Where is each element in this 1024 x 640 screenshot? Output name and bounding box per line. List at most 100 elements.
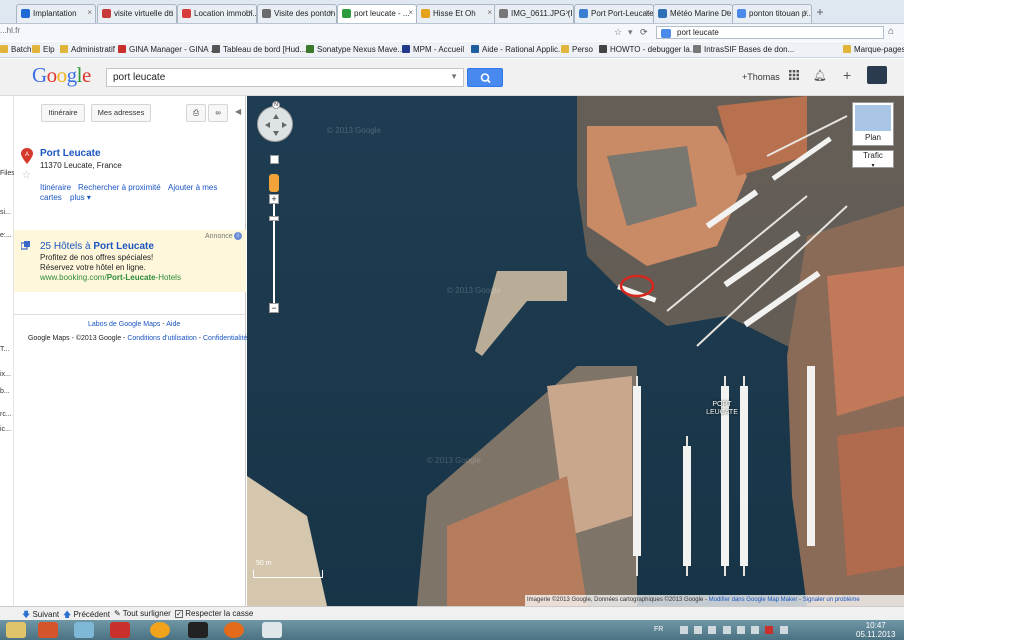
labs-link[interactable]: Labos de Google Maps [88,321,160,328]
reload-icon[interactable]: ⟳ [640,27,648,38]
home-icon[interactable]: ⌂ [888,26,894,37]
bookmark-item[interactable]: Sonatype Nexus Mave... [306,45,404,54]
info-icon[interactable]: i [234,232,242,240]
highlight-all-button[interactable]: ✎ Tout surligner [114,609,171,618]
tray-icon[interactable] [751,626,760,634]
print-button[interactable]: ⎙ [186,104,206,122]
browser-tab[interactable]: Visite des ponton... × [257,4,337,23]
labs-footer: Labos de Google Maps - Aide [88,321,180,328]
tray-icon[interactable] [680,626,688,634]
share-plus-icon[interactable]: + [843,67,851,83]
result-link-nearby[interactable]: Rechercher à proximité [78,183,161,192]
match-case-checkbox[interactable]: ✓ Respecter la casse [175,609,253,618]
reset-view-button[interactable] [270,155,279,164]
taskbar-app-icon-3[interactable] [74,622,94,638]
bookmark-item[interactable]: IntrasSIF Bases de don... [693,45,794,54]
collapse-panel-icon[interactable]: ◀ [235,107,241,116]
result-link-itinerary[interactable]: Itinéraire [40,183,71,192]
bookmark-item[interactable]: Perso [561,45,593,54]
browser-tab[interactable]: Implantation × [16,4,96,23]
pan-control[interactable]: N [257,101,293,142]
bookmark-item[interactable]: Aide - Rational Applic... [471,45,565,54]
bookmark-item[interactable]: Elp [32,45,55,54]
marker-pin-icon[interactable]: A [21,148,33,164]
notifications-bell-icon[interactable]: 🔔︎ [813,69,827,82]
map-maker-link[interactable]: Modifier dans Google Map Maker [709,597,798,603]
bookmark-item[interactable]: HOWTO - debugger la... [599,45,697,54]
browser-tab[interactable]: Hisse Et Oh × [416,4,496,23]
report-link[interactable]: Signaler un problème [803,597,860,603]
taskbar-app-icon-1[interactable] [6,622,26,638]
layer-traffic-button[interactable]: Trafic ▾ [852,150,894,169]
close-tab-icon[interactable]: × [487,8,492,17]
apps-grid-icon[interactable] [789,70,799,80]
satellite-map[interactable]: © 2013 Google © 2013 Google © 2013 Googl… [247,96,904,606]
result-link-add-to-maps[interactable]: Ajouter à mes [168,183,217,192]
taskbar-terminal-icon[interactable] [188,622,208,638]
close-tab-icon[interactable]: × [565,8,570,17]
layer-plan-button[interactable]: Plan [852,102,894,146]
tray-icon[interactable] [736,626,745,634]
taskbar-firefox-icon[interactable] [224,622,244,638]
bookmark-item[interactable]: MPM - Accueil [402,45,464,54]
help-link[interactable]: Aide [166,321,180,328]
google-logo[interactable]: Google [32,63,91,88]
bookmark-item[interactable]: GINA Manager - GINA ... [118,45,217,54]
tray-icon[interactable] [708,626,717,634]
close-tab-icon[interactable]: × [248,8,253,17]
close-tab-icon[interactable]: × [724,8,729,17]
link-button[interactable]: ∞ [208,104,228,122]
bookmark-item[interactable]: Batch [0,45,31,54]
privacy-link[interactable]: Confidentialité [203,335,247,342]
star-save-icon[interactable]: ☆ [22,170,31,181]
maps-search-button[interactable] [467,68,503,87]
new-tab-button[interactable]: + [813,5,827,19]
zoom-slider-handle[interactable] [269,216,279,221]
pegman-icon[interactable] [269,174,279,192]
tray-icon[interactable] [722,626,731,634]
browser-tab[interactable]: port leucate - ... × [337,4,417,23]
taskbar-app-icon-8[interactable] [262,622,282,638]
user-name[interactable]: +Thomas [742,72,780,82]
browser-tab[interactable]: IMG_0611.JPG (I... × [494,4,574,23]
tray-icon[interactable] [779,626,788,634]
browser-tab[interactable]: ponton titouan p... × [732,4,812,23]
itinerary-button[interactable]: Itinéraire [41,104,85,122]
zoom-out-button[interactable]: − [269,303,279,313]
taskbar-app-icon-5[interactable] [150,622,170,638]
browser-tab[interactable]: Météo Marine De... × [653,4,733,23]
avatar[interactable] [867,66,887,84]
result-link-maps[interactable]: cartes [40,193,62,202]
ad-url[interactable]: www.booking.com/Port-Leucate-Hotels [40,273,181,282]
tray-icon[interactable] [694,626,703,634]
maps-search-input[interactable]: port leucate ▼ [106,68,464,87]
close-tab-icon[interactable]: × [408,8,413,17]
taskbar-pdf-icon[interactable] [110,622,130,638]
bookmark-item[interactable]: Marque-pages [843,45,906,54]
result-title[interactable]: Port Leucate [40,148,101,159]
close-tab-icon[interactable]: × [328,8,333,17]
close-tab-icon[interactable]: × [645,8,650,17]
ad-title[interactable]: 25 Hôtels à Port Leucate [40,241,154,252]
browser-tab[interactable]: visite virtuelle du ... × [97,4,177,23]
bookmark-item[interactable]: Tableau de bord [Hud... [212,45,306,54]
my-addresses-button[interactable]: Mes adresses [91,104,151,122]
terms-link[interactable]: Conditions d'utilisation [127,335,196,342]
star-icon[interactable]: ☆ [614,27,622,38]
zoom-in-button[interactable]: + [269,194,279,204]
close-tab-icon[interactable]: × [87,8,92,17]
tray-icon[interactable] [765,626,774,634]
taskbar-app-icon-2[interactable] [38,622,58,638]
browser-search-input[interactable]: port leucate [656,26,884,39]
dropdown-icon[interactable]: ▾ [628,27,633,38]
dropdown-arrow-icon[interactable]: ▼ [450,72,458,81]
result-link-more[interactable]: plus ▾ [70,193,91,202]
browser-tab[interactable]: Port Port-Leucate... × [574,4,654,23]
taskbar-clock[interactable]: 10:47 05.11.2013 [856,621,895,639]
url-bar[interactable]: ...hl.fr [0,26,20,35]
close-tab-icon[interactable]: × [803,8,808,17]
close-tab-icon[interactable]: × [168,8,173,17]
bookmark-item[interactable]: Administratif [60,45,115,54]
language-indicator[interactable]: FR [654,626,663,633]
browser-tab[interactable]: Location immobi... × [177,4,257,23]
